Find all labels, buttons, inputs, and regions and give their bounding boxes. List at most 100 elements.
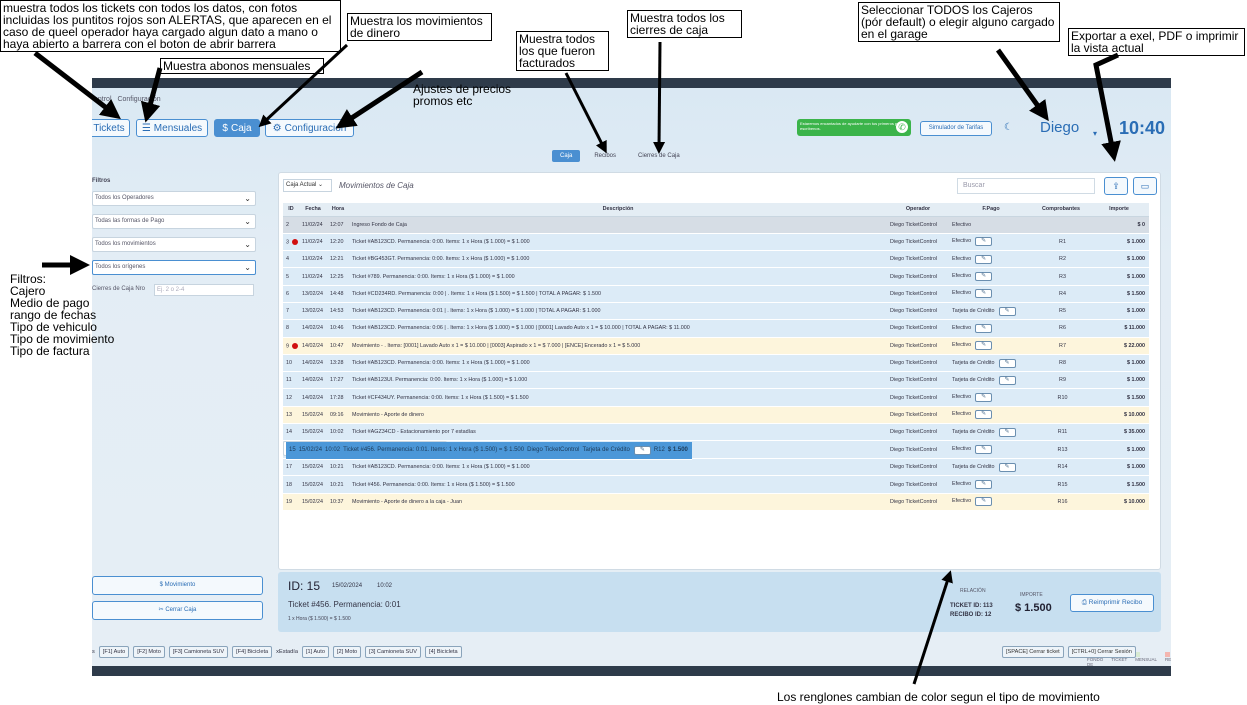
col-operador[interactable]: Operador: [887, 203, 949, 217]
edit-icon[interactable]: ✎: [975, 254, 993, 264]
table-row[interactable]: 10 14/02/24 13:28 Ticket #AB123CD. Permanen…: [283, 354, 1149, 373]
cell-id-text: 11: [286, 377, 292, 384]
table-row[interactable]: 13 15/02/24 09:16 Movimiento - Aporte de di…: [283, 406, 1149, 425]
print-icon[interactable]: ▭: [1133, 177, 1157, 195]
col-hora[interactable]: Hora: [327, 203, 349, 217]
col-fecha[interactable]: Fecha: [299, 203, 327, 217]
tab-caja[interactable]: Caja: [552, 150, 581, 162]
cierre-nro-input[interactable]: Ej. 2 o 2-4: [154, 284, 254, 296]
shortcut-key[interactable]: [2] Moto: [332, 646, 362, 658]
cell-id-text: 3: [286, 239, 289, 246]
col-comprobantes[interactable]: Comprobantes: [1033, 203, 1089, 217]
user-select[interactable]: Diego: [1040, 119, 1079, 136]
edit-icon[interactable]: ✎: [975, 497, 993, 507]
configuracion-button[interactable]: ⚙ Configuración: [265, 119, 354, 137]
edit-icon[interactable]: ✎: [998, 462, 1016, 472]
caja-button[interactable]: $ Caja: [214, 119, 260, 137]
col-importe[interactable]: Importe: [1089, 203, 1149, 217]
tab-recibos[interactable]: Recibos: [586, 150, 624, 162]
table-row[interactable]: 19 15/02/24 10:37 Movimiento - Aporte de di…: [283, 493, 1149, 512]
table-row[interactable]: 14 15/02/24 10:02 Ticket #AGZ34CD - Estacio…: [283, 423, 1149, 442]
reimprimir-button[interactable]: ⎙ Reimprimir Recibo: [1070, 594, 1154, 612]
edit-icon[interactable]: ✎: [998, 306, 1016, 316]
cell-id-text: 7: [286, 308, 289, 315]
shortcut-key[interactable]: [1] Auto: [301, 646, 329, 658]
table-row[interactable]: 5 11/02/24 12:25 Ticket #789. Permanencia: …: [283, 267, 1149, 286]
table-row[interactable]: 12 14/02/24 17:28 Ticket #CF434UY. Permanen…: [283, 388, 1149, 407]
col-id[interactable]: ID: [283, 203, 299, 217]
cerrar-ticket-key[interactable]: [SPACE] Cerrar ticket: [1002, 646, 1064, 658]
table-row[interactable]: 6 13/02/24 14:48 Ticket #CD234RD. Permanenc…: [283, 285, 1149, 303]
mensuales-button[interactable]: ☰ Mensuales: [136, 119, 208, 137]
edit-icon[interactable]: ✎: [975, 480, 993, 490]
edit-icon[interactable]: ✎: [633, 446, 651, 456]
edit-icon[interactable]: ✎: [975, 272, 993, 282]
shortcut-key[interactable]: [3] Camioneta SUV: [365, 646, 422, 658]
cell-comprobante-text: R4: [1059, 290, 1066, 297]
menu-item-config[interactable]: Configuración: [117, 96, 160, 103]
edit-icon[interactable]: ✎: [975, 341, 993, 351]
cell-comprobante-text: R7: [1059, 342, 1066, 349]
table-row[interactable]: 9 14/02/24 10:47 Movimiento - . Items: [000…: [283, 337, 1149, 355]
shortcut-key[interactable]: [F4] Bicicleta: [232, 646, 273, 658]
cell-importe: $ 1.500: [1089, 475, 1149, 494]
col-fpago[interactable]: F.Pago: [949, 203, 1033, 217]
table-row[interactable]: 7 13/02/24 14:53 Ticket #AB123CD. Permanenc…: [283, 302, 1149, 321]
cell-hora: 17:28: [327, 388, 349, 407]
table-row[interactable]: 8 14/02/24 10:46 Ticket #AB123CD. Permanenc…: [283, 319, 1149, 338]
cell-importe-text: $ 1.000: [1127, 256, 1145, 263]
caja-label: Caja: [230, 122, 252, 134]
table-row[interactable]: 18 15/02/24 10:21 Ticket #456. Permanencia:…: [283, 475, 1149, 494]
cell-fecha-text: 11/02/24: [302, 238, 323, 245]
menu-item[interactable]: ontrol: [94, 96, 112, 103]
search-input[interactable]: Buscar: [957, 178, 1095, 194]
table-row[interactable]: 11 14/02/24 17:27 Ticket #AB123UI. Permanen…: [283, 371, 1149, 390]
tab-cierres[interactable]: Cierres de Caja: [630, 150, 688, 162]
simulator-button[interactable]: Simulador de Tarifas: [920, 121, 992, 136]
cell-descripcion-text: Movimiento - Aporte de dinero a la caja …: [352, 498, 462, 505]
col-descripcion[interactable]: Descripción: [349, 203, 887, 217]
edit-icon[interactable]: ✎: [975, 393, 993, 403]
payment-select[interactable]: Todas las formas de Pago ⌄: [92, 214, 256, 229]
export-icon[interactable]: ⇪: [1104, 177, 1128, 195]
table-row[interactable]: 4 11/02/24 12:21 Ticket #BG453GT. Permanenc…: [283, 250, 1149, 269]
cerrar-sesion-key[interactable]: [CTRL+0] Cerrar Sesión: [1067, 646, 1136, 658]
cell-hora-text: 12:25: [330, 273, 344, 280]
edit-icon[interactable]: ✎: [975, 323, 993, 333]
table-row[interactable]: 15 15/02/24 10:02 Ticket #456. Permanencia:…: [283, 441, 692, 461]
shortcut-key[interactable]: [F3] Camioneta SUV: [168, 646, 229, 658]
table-row[interactable]: 3 11/02/24 12:20 Ticket #AB123CD. Permanenc…: [283, 233, 1149, 252]
legend-label: MENSUAL: [1135, 657, 1158, 663]
cell-hora-text: 10:21: [330, 481, 344, 488]
cell-descripcion-text: Movimiento - Aporte de dinero: [352, 411, 424, 418]
caja-select[interactable]: Caja Actual ⌄: [283, 179, 332, 192]
whatsapp-banner[interactable]: Estaremos encantados de ayudarte con tus…: [797, 119, 911, 136]
cell-hora-text: 14:53: [330, 308, 344, 315]
operator-select[interactable]: Todos los Operadores ⌄: [92, 191, 256, 206]
cell-fecha: 14/02/24: [299, 371, 327, 390]
table-row[interactable]: 17 15/02/24 10:21 Ticket #AB123CD. Permanen…: [283, 458, 1149, 477]
movement-select[interactable]: Todos los movimientos ⌄: [92, 237, 256, 252]
shortcut-key[interactable]: [F1] Auto: [98, 646, 130, 658]
cell-operador: Diego TicketControl: [887, 493, 949, 512]
edit-icon[interactable]: ✎: [998, 358, 1016, 368]
tickets-button[interactable]: Tickets: [92, 119, 130, 137]
cell-operador: Diego TicketControl: [887, 337, 949, 355]
edit-icon[interactable]: ✎: [998, 375, 1016, 385]
edit-icon[interactable]: ✎: [975, 410, 993, 420]
edit-icon[interactable]: ✎: [975, 289, 993, 299]
chevron-down-icon[interactable]: ▾: [1093, 129, 1097, 138]
cerrar-caja-button[interactable]: ✂ Cerrar Caja: [92, 601, 263, 620]
cell-descripcion-text: Movimiento - . Items: [0001] Lavado Auto…: [352, 342, 641, 349]
shortcut-key[interactable]: [4] Bicicleta: [425, 646, 462, 658]
moon-icon[interactable]: ☾: [1004, 122, 1013, 133]
cell-operador: Diego TicketControl: [887, 319, 949, 338]
shortcut-key[interactable]: [F2] Moto: [133, 646, 165, 658]
edit-icon[interactable]: ✎: [998, 427, 1016, 437]
movimiento-button[interactable]: $ Movimiento: [92, 576, 263, 595]
edit-icon[interactable]: ✎: [975, 445, 993, 455]
table-row[interactable]: 2 11/02/24 12:07 Ingreso Fondo de Caja Diego…: [283, 216, 1149, 234]
chevron-down-icon: ⌄: [244, 194, 251, 203]
edit-icon[interactable]: ✎: [975, 237, 993, 247]
cell-id-text: 5: [286, 273, 289, 280]
